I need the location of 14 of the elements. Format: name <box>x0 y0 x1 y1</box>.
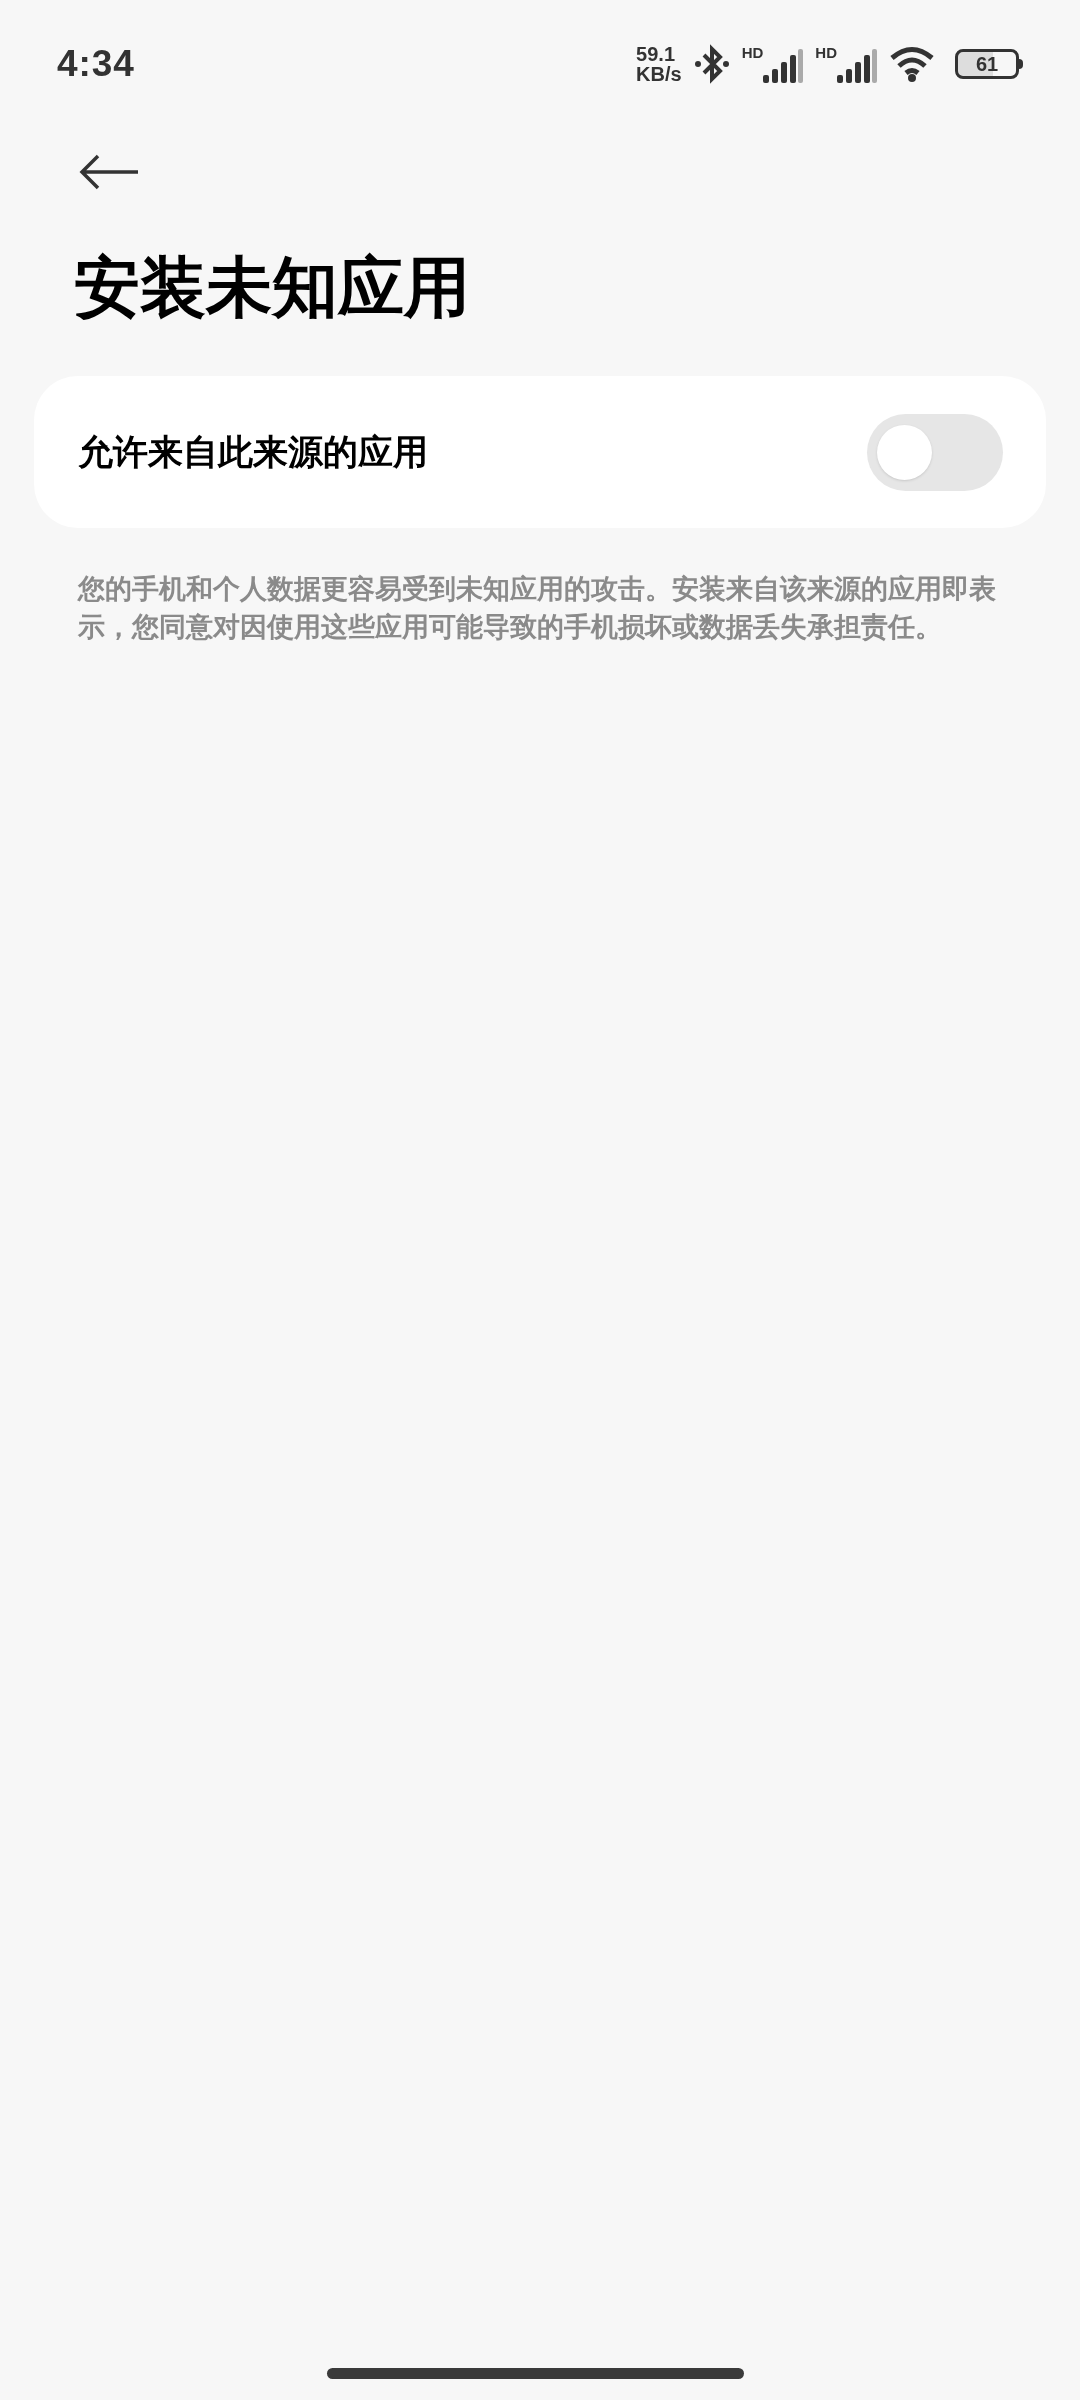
page-title: 安装未知应用 <box>73 249 471 326</box>
hd-label: HD <box>815 45 837 61</box>
hd-label: HD <box>741 45 764 61</box>
status-time: 4:34 <box>57 42 135 87</box>
back-arrow-icon <box>78 154 140 190</box>
setting-label: 允许来自此来源的应用 <box>78 430 428 473</box>
description-text: 您的手机和个人数据更容易受到未知应用的攻击。安装来自该来源的应用即表示，您同意对因使用这些应用可能导致的手机损坏或数据丢失承担责任。 <box>78 573 997 644</box>
battery-indicator: 61 <box>955 49 1023 79</box>
home-indicator[interactable] <box>327 2368 744 2379</box>
signal-icon <box>763 49 804 83</box>
wifi-icon <box>889 45 935 83</box>
signal-icon <box>837 49 877 83</box>
network-speed: 59.1 KB/s <box>636 44 682 84</box>
bluetooth-icon <box>693 44 730 84</box>
